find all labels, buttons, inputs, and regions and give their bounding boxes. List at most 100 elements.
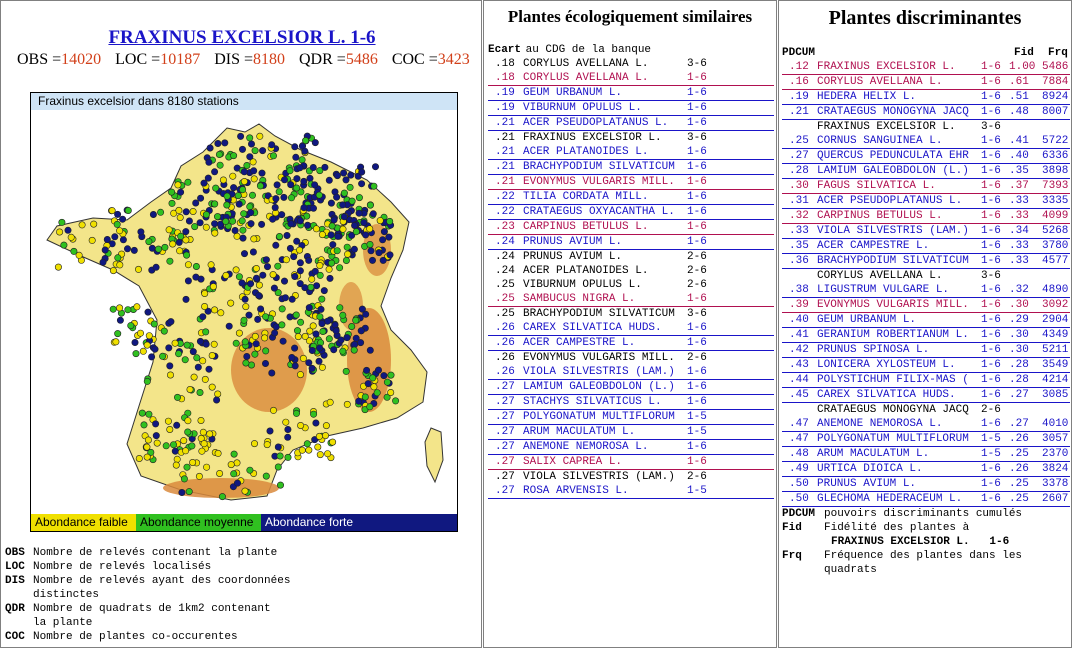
similar-plant-row[interactable]: .23 CARPINUS BETULUS L. 1-6	[488, 220, 774, 235]
station-dot	[227, 461, 235, 469]
discriminant-plant-row[interactable]: .30 FAGUS SILVATICA L. 1-6 .37 7393	[782, 179, 1070, 194]
station-dot	[211, 220, 219, 228]
similar-plant-row[interactable]: .27 POLYGONATUM MULTIFLORUM 1-5	[488, 410, 774, 425]
station-dot	[137, 329, 145, 337]
discriminant-plant-row[interactable]: .32 CARPINUS BETULUS L. 1-6 .33 4099	[782, 209, 1070, 224]
station-dot	[217, 309, 225, 317]
discriminant-plant-row[interactable]: .44 POLYSTICHUM FILIX-MAS (1-6 .28 4214	[782, 373, 1070, 388]
stat-label: DIS =	[214, 51, 253, 68]
station-dot	[133, 303, 141, 311]
station-dot	[328, 222, 336, 230]
similar-plant-row[interactable]: .19 VIBURNUM OPULUS L. 1-6	[488, 101, 774, 116]
station-dot	[176, 247, 184, 255]
station-dot	[352, 316, 360, 324]
station-dot	[189, 458, 197, 466]
ecart-value: .26	[495, 352, 515, 364]
plant-name: FRAXINUS EXCELSIOR L.	[523, 132, 662, 144]
discriminant-plant-row[interactable]: .19 HEDERA HELIX L. 1-6 .51 8924	[782, 90, 1070, 105]
stat-value: 5486	[345, 51, 378, 68]
discriminant-plant-row[interactable]: .33 VIOLA SILVESTRIS (LAM.) 1-6 .34 5268	[782, 224, 1070, 239]
station-dot	[116, 261, 124, 269]
discriminant-plant-row[interactable]: .41 GERANIUM ROBERTIANUM L. 1-6 .30 4349	[782, 328, 1070, 343]
similar-plant-row[interactable]: .27 ANEMONE NEMOROSA L. 1-6	[488, 440, 774, 455]
similar-plants-rows: .18 CORYLUS AVELLANA L. 3-6 .18 CORYLUS AVEL…	[488, 57, 774, 499]
discriminant-plant-row[interactable]: .50 PRUNUS AVIUM L. 1-6 .25 3378	[782, 477, 1070, 492]
discriminant-plant-row[interactable]: .28 LAMIUM GALEOBDOLON (L.) 1-6 .35 3898	[782, 164, 1070, 179]
similar-plant-row[interactable]: .27 STACHYS SILVATICUS L. 1-6	[488, 395, 774, 410]
station-dot	[175, 206, 183, 214]
station-dot	[153, 439, 161, 447]
col-pd: .49	[789, 463, 809, 475]
discriminant-plant-row[interactable]: .43 LONICERA XYLOSTEUM L. 1-6 .28 3549	[782, 358, 1070, 373]
station-dot	[197, 416, 205, 424]
station-dot	[56, 228, 64, 236]
station-dot	[247, 280, 255, 288]
station-dot	[343, 334, 351, 342]
similar-plant-row[interactable]: .27 LAMIUM GALEOBDOLON (L.) 1-6	[488, 380, 774, 395]
discriminant-plant-row[interactable]: .27 QUERCUS PEDUNCULATA EHR 1-6 .40 6336	[782, 149, 1070, 164]
discriminant-plant-row[interactable]: .38 LIGUSTRUM VULGARE L. 1-6 .32 4890	[782, 283, 1070, 298]
discriminant-plant-row[interactable]: .31 ACER PSEUDOPLATANUS L. 1-6 .33 3335	[782, 194, 1070, 209]
similar-plant-row[interactable]: .27 ROSA ARVENSIS L. 1-5	[488, 484, 774, 499]
station-dot	[212, 184, 220, 192]
similar-plant-row[interactable]: .21 ACER PSEUDOPLATANUS L. 1-6	[488, 116, 774, 131]
discriminant-plant-row[interactable]: .49 URTICA DIOICA L. 1-6 .26 3824	[782, 462, 1070, 477]
station-dot	[355, 209, 363, 217]
similar-plant-row[interactable]: .22 CRATAEGUS OXYACANTHA L. 1-6	[488, 205, 774, 220]
plant-name: TILIA CORDATA MILL.	[523, 191, 649, 203]
station-dot	[284, 425, 292, 433]
discriminant-plant-row[interactable]: .21 CRATAEGUS MONOGYNA JACQ 1-6 .48 8007	[782, 105, 1070, 120]
plant-range: 1-6	[687, 366, 707, 378]
similar-plant-row[interactable]: .26 VIOLA SILVESTRIS (LAM.) 1-6	[488, 365, 774, 380]
discriminant-plant-row[interactable]: .36 BRACHYPODIUM SILVATICUM 1-6 .33 4577	[782, 254, 1070, 269]
station-dot	[247, 220, 255, 228]
station-dot	[182, 295, 190, 303]
col-range: 1-6	[981, 165, 1001, 177]
similar-plant-row[interactable]: .26 ACER CAMPESTRE L. 1-6	[488, 336, 774, 351]
discriminant-plant-row[interactable]: .47 ANEMONE NEMOROSA L. 1-6 .27 4010	[782, 417, 1070, 432]
station-dot	[229, 172, 237, 180]
station-dot	[327, 199, 335, 207]
stat-value: 10187	[160, 51, 201, 68]
similar-plant-row[interactable]: .18 CORYLUS AVELLANA L. 1-6	[488, 71, 774, 86]
similar-plant-row[interactable]: .25 SAMBUCUS NIGRA L. 1-6	[488, 292, 774, 307]
station-dot	[266, 427, 274, 435]
station-dot	[148, 353, 156, 361]
similar-plant-row[interactable]: .19 GEUM URBANUM L. 1-6	[488, 86, 774, 101]
station-dot	[222, 271, 230, 279]
station-dot	[149, 211, 157, 219]
station-dot	[337, 336, 345, 344]
discriminant-plant-row[interactable]: .42 PRUNUS SPINOSA L. 1-6 .30 5211	[782, 343, 1070, 358]
discriminant-plant-row[interactable]: .12 FRAXINUS EXCELSIOR L. 1-6 1.00 5486	[782, 60, 1070, 75]
similar-plant-row[interactable]: .21 BRACHYPODIUM SILVATICUM 1-6	[488, 160, 774, 175]
discriminant-plant-row[interactable]: .39 EVONYMUS VULGARIS MILL. 1-6 .30 3092	[782, 298, 1070, 313]
discriminant-plant-row[interactable]: .47 POLYGONATUM MULTIFLORUM 1-5 .26 3057	[782, 432, 1070, 447]
discriminant-plant-row[interactable]: .45 CAREX SILVATICA HUDS. 1-6 .27 3085	[782, 388, 1070, 403]
similar-plant-row[interactable]: .22 TILIA CORDATA MILL. 1-6	[488, 190, 774, 205]
similar-plant-row[interactable]: .21 ACER PLATANOIDES L. 1-6	[488, 145, 774, 160]
col-frq: 3780	[1042, 240, 1069, 252]
station-dot	[180, 475, 188, 483]
station-dot	[231, 227, 239, 235]
ecart-value: .21	[495, 132, 515, 144]
species-title-link[interactable]: FRAXINUS EXCELSIOR L. 1-6	[1, 27, 483, 49]
discriminant-plant-row[interactable]: .25 CORNUS SANGUINEA L. 1-6 .41 5722	[782, 134, 1070, 149]
discriminant-plant-row[interactable]: .16 CORYLUS AVELLANA L. 1-6 .61 7884	[782, 75, 1070, 90]
col-range: 1-6	[981, 314, 1001, 326]
station-dot	[329, 241, 337, 249]
distribution-map[interactable]: Fraxinus excelsior dans 8180 stations Ab…	[30, 92, 458, 532]
discriminant-plant-row[interactable]: .48 ARUM MACULATUM L. 1-5 .25 2370	[782, 447, 1070, 462]
similar-plant-row[interactable]: .27 SALIX CAPREA L. 1-6	[488, 455, 774, 470]
col-fid: .61	[1009, 76, 1029, 88]
similar-plant-row[interactable]: .27 ARUM MACULATUM L. 1-5	[488, 425, 774, 440]
discriminant-plant-row[interactable]: .35 ACER CAMPESTRE L. 1-6 .33 3780	[782, 239, 1070, 254]
similar-plant-row[interactable]: .24 PRUNUS AVIUM L. 1-6	[488, 235, 774, 250]
discriminant-plant-row[interactable]: .50 GLECHOMA HEDERACEUM L. 1-6 .25 2607	[782, 492, 1070, 507]
discriminant-plants-title: Plantes discriminantes	[828, 7, 1022, 29]
station-dot	[259, 147, 267, 155]
discriminant-plant-row[interactable]: .40 GEUM URBANUM L. 1-6 .29 2904	[782, 313, 1070, 328]
col-range: 1-6	[981, 478, 1001, 490]
similar-plant-row[interactable]: .26 CAREX SILVATICA HUDS. 1-6	[488, 321, 774, 336]
similar-plant-row[interactable]: .21 EVONYMUS VULGARIS MILL. 1-6	[488, 175, 774, 190]
station-dot	[234, 192, 242, 200]
